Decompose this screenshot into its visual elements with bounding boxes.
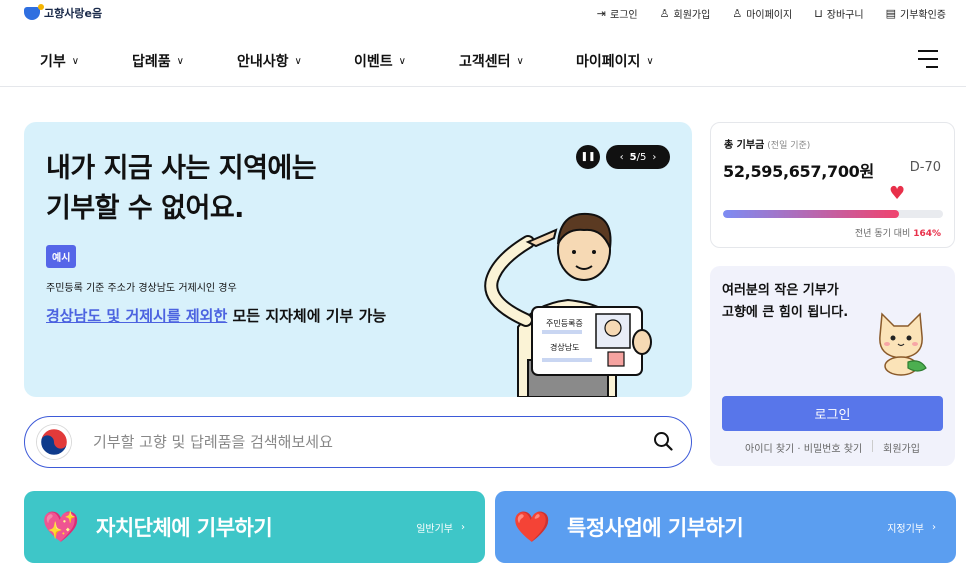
- donation-progress-bar: [723, 210, 943, 218]
- nav-label: 마이페이지: [576, 54, 641, 70]
- donate-region-title: 자치단체에 기부하기: [96, 516, 273, 540]
- hamburger-menu-icon[interactable]: [918, 50, 938, 68]
- util-certificate-link[interactable]: ▤ 기부확인증: [886, 6, 946, 21]
- login-card-message: 여러분의 작은 기부가 고향에 큰 힘이 됩니다.: [722, 283, 849, 320]
- slide-pager[interactable]: ‹ 5/5 ›: [606, 145, 670, 169]
- util-cart-link[interactable]: ⊔ 장바구니: [814, 6, 863, 21]
- util-login-link[interactable]: ⇥ 로그인: [597, 6, 638, 21]
- logo-text: 고향사랑e음: [44, 7, 103, 20]
- nav-label: 답례품: [132, 54, 171, 70]
- login-links: 아이디 찾기 · 비밀번호 찾기 회원가입: [722, 440, 943, 455]
- main-navigation: 기부 ∨ 답례품 ∨ 안내사항 ∨ 이벤트 ∨ 고객센터 ∨ 마이페이지 ∨: [0, 33, 966, 87]
- nav-item-mypage[interactable]: 마이페이지 ∨: [576, 51, 654, 71]
- chevron-down-icon: ∨: [398, 55, 406, 67]
- chevron-left-icon[interactable]: ‹: [620, 152, 624, 163]
- chevron-down-icon: ∨: [294, 55, 302, 67]
- hero-highlight-link[interactable]: 경상남도 및 거제시를 제외한: [46, 307, 227, 325]
- nav-item-support[interactable]: 고객센터 ∨: [459, 51, 524, 71]
- user-icon: ♙: [659, 7, 670, 20]
- util-mypage-link[interactable]: ♙ 마이페이지: [732, 6, 792, 21]
- pause-icon: ❚❚: [580, 152, 596, 162]
- utility-menu: ⇥ 로그인 ♙ 회원가입 ♙ 마이페이지 ⊔ 장바구니 ▤ 기부확인증: [597, 6, 946, 21]
- korea-emblem-icon: [37, 425, 71, 459]
- site-logo[interactable]: 고향사랑e음: [24, 3, 103, 21]
- util-mypage-label: 마이페이지: [746, 10, 793, 21]
- comparison-value: 164%: [913, 229, 941, 239]
- pause-button[interactable]: ❚❚: [576, 145, 600, 169]
- cat-mascot-icon: [879, 312, 927, 376]
- nav-label: 안내사항: [237, 54, 289, 70]
- chevron-down-icon: ∨: [176, 55, 184, 67]
- donate-region-sub: 일반기부 ›: [416, 520, 465, 535]
- certificate-icon: ▤: [885, 7, 896, 20]
- donate-region-sub-label: 일반기부: [416, 523, 453, 535]
- total-donation-card: 총 기부금 (전일 기준) 52,595,657,700원 D-70 ♥ 전년 동…: [710, 122, 955, 248]
- basket-icon: ⊔: [814, 7, 823, 20]
- chevron-right-icon: ›: [932, 521, 936, 533]
- heart-hand-icon: ❤️: [513, 509, 551, 545]
- heart-ribbon-icon: 💖: [42, 509, 80, 545]
- chevron-right-icon[interactable]: ›: [652, 152, 656, 163]
- util-signup-link[interactable]: ♙ 회원가입: [660, 6, 711, 21]
- total-label-text: 총 기부금: [724, 140, 765, 151]
- util-login-label: 로그인: [610, 10, 638, 21]
- donate-project-sub-label: 지정기부: [887, 523, 924, 535]
- link-divider: [872, 440, 874, 452]
- nav-item-guide[interactable]: 안내사항 ∨: [237, 51, 302, 71]
- signup-link[interactable]: 회원가입: [883, 440, 920, 455]
- comparison-label: 전년 동기 대비: [854, 229, 911, 239]
- person-icon: ♙: [732, 7, 743, 20]
- nav-item-event[interactable]: 이벤트 ∨: [354, 51, 406, 71]
- chevron-down-icon: ∨: [71, 55, 80, 67]
- chevron-down-icon: ∨: [646, 55, 654, 67]
- find-account-link[interactable]: 아이디 찾기 · 비밀번호 찾기: [745, 440, 862, 455]
- donate-project-title: 특정사업에 기부하기: [567, 516, 744, 540]
- hero-title: 내가 지금 사는 지역에는 기부할 수 없어요.: [46, 153, 317, 224]
- top-utility-bar: 고향사랑e음 ⇥ 로그인 ♙ 회원가입 ♙ 마이페이지 ⊔ 장바구니 ▤ 기부확…: [0, 0, 966, 30]
- hero-highlight-rest: 모든 지자체에 기부 가능: [227, 307, 387, 325]
- login-card: 여러분의 작은 기부가 고향에 큰 힘이 됩니다. 로그인 아이디 찾기 · 비…: [710, 266, 955, 466]
- login-icon: ⇥: [596, 7, 607, 20]
- util-certificate-label: 기부확인증: [900, 10, 946, 21]
- donate-project-sub: 지정기부 ›: [887, 520, 936, 535]
- donation-progress-fill: [723, 210, 899, 218]
- slide-counter: 5/5: [630, 152, 647, 163]
- id-card-region: 경상남도: [550, 342, 579, 352]
- nav-label: 기부: [40, 54, 66, 70]
- hero-illustration: 주민등록증 경상남도: [484, 212, 652, 397]
- d-day-counter: D-70: [909, 160, 941, 175]
- donate-region-button[interactable]: 💖 자치단체에 기부하기 일반기부 ›: [24, 491, 485, 563]
- id-card-title: 주민등록증: [546, 318, 583, 328]
- total-label: 총 기부금 (전일 기준): [724, 136, 810, 151]
- hero-banner: 내가 지금 사는 지역에는 기부할 수 없어요. 예시 주민등록 기준 주소가 …: [24, 122, 692, 397]
- total-label-note: (전일 기준): [767, 141, 811, 151]
- comparison-text: 전년 동기 대비 164%: [855, 226, 941, 239]
- nav-label: 고객센터: [459, 54, 511, 70]
- hero-highlight: 경상남도 및 거제시를 제외한 모든 지자체에 기부 가능: [46, 305, 386, 326]
- total-amount: 52,595,657,700원: [723, 162, 874, 181]
- donate-project-button[interactable]: ❤️ 특정사업에 기부하기 지정기부 ›: [495, 491, 956, 563]
- heart-icon: ♥: [889, 183, 906, 204]
- login-button[interactable]: 로그인: [722, 396, 943, 431]
- util-signup-label: 회원가입: [673, 10, 711, 21]
- chevron-down-icon: ∨: [516, 55, 524, 67]
- logo-mark-icon: [24, 3, 44, 20]
- nav-label: 이벤트: [354, 54, 393, 70]
- util-cart-label: 장바구니: [826, 10, 864, 21]
- chevron-right-icon: ›: [461, 521, 465, 533]
- search-input[interactable]: [93, 433, 613, 451]
- slide-current: 5: [629, 151, 637, 163]
- search-icon[interactable]: [653, 431, 673, 451]
- search-bar: [24, 416, 692, 468]
- hero-condition-text: 주민등록 기준 주소가 경상남도 거제시인 경우: [46, 283, 237, 294]
- slide-total: /5: [636, 151, 647, 163]
- nav-item-gifts[interactable]: 답례품 ∨: [132, 51, 184, 71]
- example-badge: 예시: [46, 245, 77, 268]
- nav-item-donate[interactable]: 기부 ∨: [40, 51, 79, 71]
